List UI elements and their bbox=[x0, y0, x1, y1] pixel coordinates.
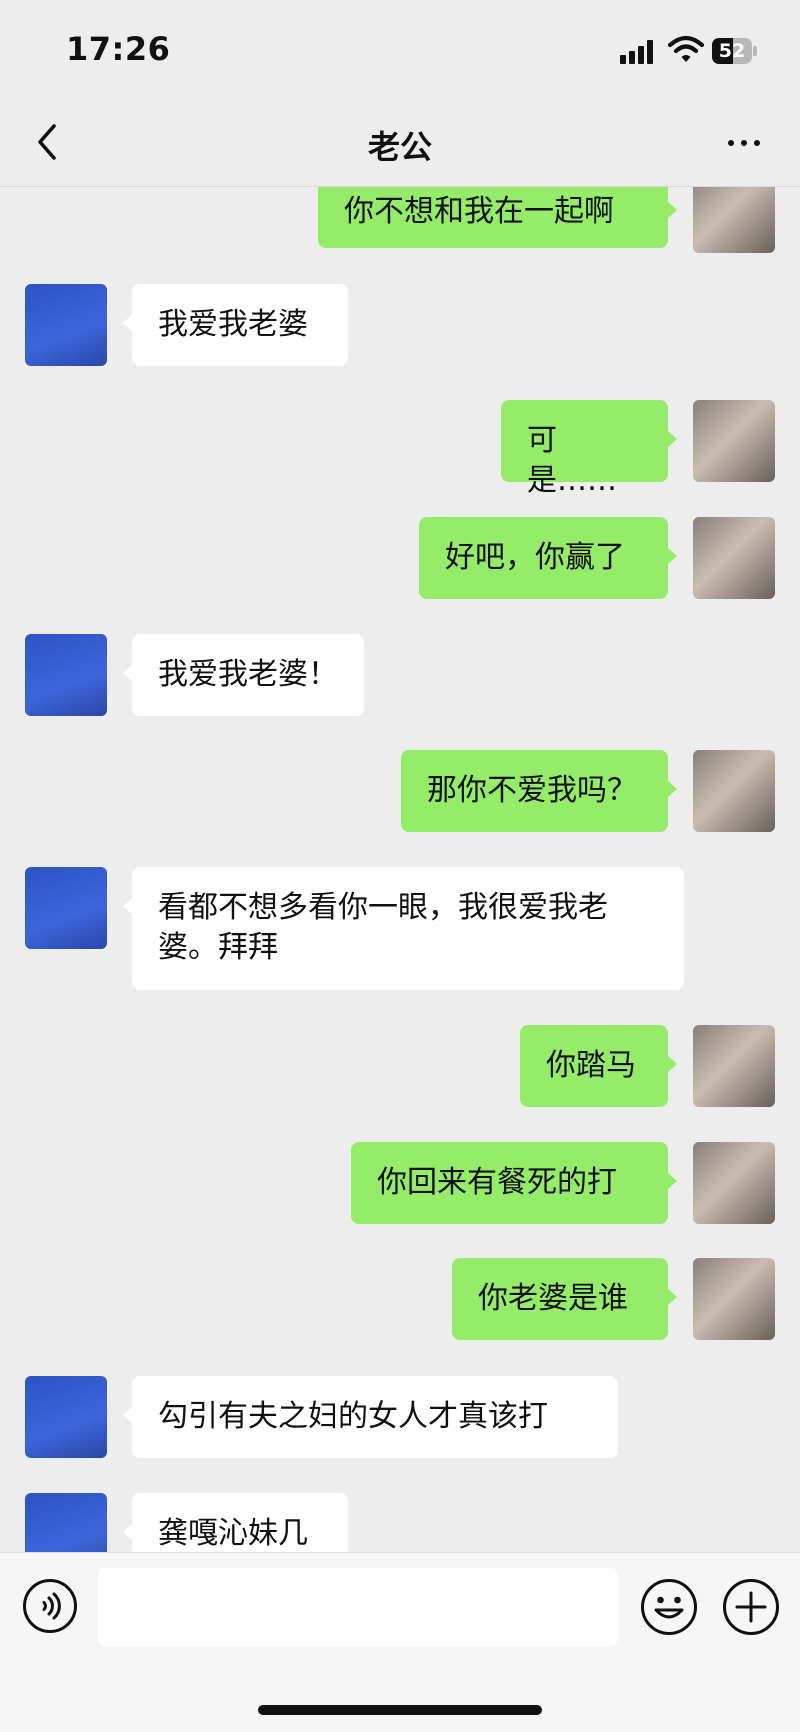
message-input[interactable] bbox=[98, 1568, 618, 1646]
chat-title: 老公 bbox=[367, 128, 432, 166]
message-bubble[interactable]: 龚嘎沁妹几 bbox=[123, 1493, 348, 1552]
contact-avatar[interactable] bbox=[25, 1376, 107, 1458]
message-bubble[interactable]: 那你不爱我吗？ bbox=[401, 750, 677, 832]
message-text: 你回来有餐死的打 bbox=[377, 1165, 617, 1200]
message-bubble[interactable]: 你老婆是谁 bbox=[452, 1258, 677, 1340]
message-bubble[interactable]: 我爱我老婆 bbox=[123, 284, 348, 366]
my-avatar[interactable] bbox=[693, 1258, 775, 1340]
message-text: 我爱我老婆！ bbox=[158, 657, 338, 692]
battery-icon: 52 bbox=[712, 38, 758, 64]
message-text: 我爱我老婆 bbox=[158, 307, 308, 342]
chat-header: 老公 bbox=[0, 100, 800, 187]
message-bubble[interactable]: 好吧，你赢了 bbox=[419, 517, 677, 599]
contact-avatar[interactable] bbox=[25, 867, 107, 949]
my-avatar[interactable] bbox=[693, 1142, 775, 1224]
message-bubble[interactable]: 你不想和我在一起啊 bbox=[318, 187, 677, 248]
status-bar: 17:26 52 bbox=[0, 0, 800, 100]
message-text: 勾引有夫之妇的女人才真该打 bbox=[158, 1399, 548, 1434]
message-bubble[interactable]: 我爱我老婆！ bbox=[123, 634, 364, 716]
contact-avatar[interactable] bbox=[25, 634, 107, 716]
my-avatar[interactable] bbox=[693, 750, 775, 832]
message-text: 你踏马 bbox=[546, 1048, 636, 1083]
my-avatar[interactable] bbox=[693, 1025, 775, 1107]
message-text: 好吧，你赢了 bbox=[445, 540, 625, 575]
emoji-icon[interactable] bbox=[640, 1578, 698, 1636]
my-avatar[interactable] bbox=[693, 517, 775, 599]
message-bubble[interactable]: 你回来有餐死的打 bbox=[351, 1142, 677, 1224]
message-text: 那你不爱我吗？ bbox=[427, 773, 637, 808]
my-avatar[interactable] bbox=[693, 187, 775, 253]
status-time: 17:26 bbox=[66, 30, 171, 68]
more-dots-icon[interactable] bbox=[724, 126, 764, 158]
input-bar bbox=[0, 1552, 800, 1732]
contact-avatar[interactable] bbox=[25, 284, 107, 366]
message-text-line: 看都不想多看你一眼，我很爱我老 bbox=[158, 890, 608, 925]
message-text: 龚嘎沁妹几 bbox=[158, 1516, 308, 1551]
message-text-line: 婆。拜拜 bbox=[158, 930, 278, 965]
home-indicator[interactable] bbox=[258, 1705, 542, 1715]
cellular-signal-icon bbox=[620, 40, 656, 64]
message-text: 你老婆是谁 bbox=[478, 1281, 628, 1316]
message-list[interactable]: 你不想和我在一起啊 我爱我老婆 可是…… 好吧，你赢了 我爱我老婆！ 那你不爱我… bbox=[0, 187, 800, 1552]
battery-percent: 52 bbox=[718, 40, 746, 62]
message-bubble[interactable]: 勾引有夫之妇的女人才真该打 bbox=[123, 1376, 618, 1458]
message-text: 可是…… bbox=[527, 423, 617, 498]
message-bubble[interactable]: 可是…… bbox=[501, 400, 677, 498]
plus-icon[interactable] bbox=[722, 1578, 780, 1636]
contact-avatar[interactable] bbox=[25, 1493, 107, 1552]
my-avatar[interactable] bbox=[693, 400, 775, 482]
message-text: 你不想和我在一起啊 bbox=[344, 194, 614, 229]
message-bubble[interactable]: 你踏马 bbox=[520, 1025, 677, 1107]
voice-icon[interactable] bbox=[22, 1578, 78, 1634]
wifi-icon bbox=[668, 35, 704, 62]
message-bubble[interactable]: 看都不想多看你一眼，我很爱我老 婆。拜拜 bbox=[123, 867, 684, 990]
